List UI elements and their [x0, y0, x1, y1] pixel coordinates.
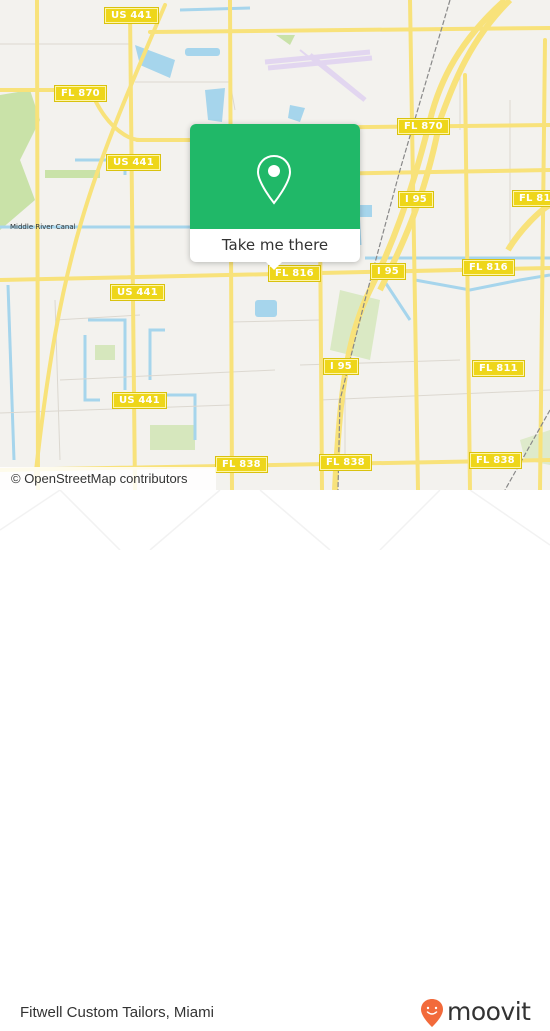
- footer-background-pattern: [0, 490, 550, 550]
- canal-label: Middle River Canal: [10, 223, 76, 231]
- airport-runways: [264, 49, 373, 102]
- road-shield: US 441: [104, 7, 159, 24]
- take-me-there-button[interactable]: Take me there: [190, 229, 360, 262]
- map-attribution[interactable]: © OpenStreetMap contributors: [0, 467, 216, 490]
- road-shield: US 441: [106, 154, 161, 171]
- road-shield: FL 870: [397, 118, 450, 135]
- road-shield: I 95: [398, 191, 434, 208]
- road-shield: FL 811: [512, 190, 550, 207]
- road-shield: FL 816: [462, 259, 515, 276]
- moovit-logo[interactable]: moovit: [420, 995, 531, 1031]
- map-canvas[interactable]: US 441 FL 870 US 441 FL 870 I 95 FL 811 …: [0, 0, 550, 490]
- interstate-i95: [332, 0, 550, 490]
- popup-header[interactable]: [190, 124, 360, 229]
- moovit-wordmark: moovit: [447, 997, 531, 1026]
- footer-bar: Fitwell Custom Tailors, Miami moovit: [0, 490, 550, 1027]
- road-shield: I 95: [323, 358, 359, 375]
- road-shield: FL 870: [54, 85, 107, 102]
- road-shield: FL 811: [472, 360, 525, 377]
- road-shield: I 95: [370, 263, 406, 280]
- road-shield: US 441: [112, 392, 167, 409]
- road-shield: FL 838: [215, 456, 268, 473]
- road-shield: FL 838: [469, 452, 522, 469]
- destination-popup[interactable]: Take me there: [190, 124, 360, 270]
- location-pin-icon: [256, 154, 292, 205]
- road-shield: US 441: [110, 284, 165, 301]
- moovit-pin-icon: [421, 999, 443, 1027]
- road-shield: FL 838: [319, 454, 372, 471]
- place-name: Fitwell Custom Tailors, Miami: [20, 1004, 214, 1021]
- popup-pointer: [264, 260, 284, 270]
